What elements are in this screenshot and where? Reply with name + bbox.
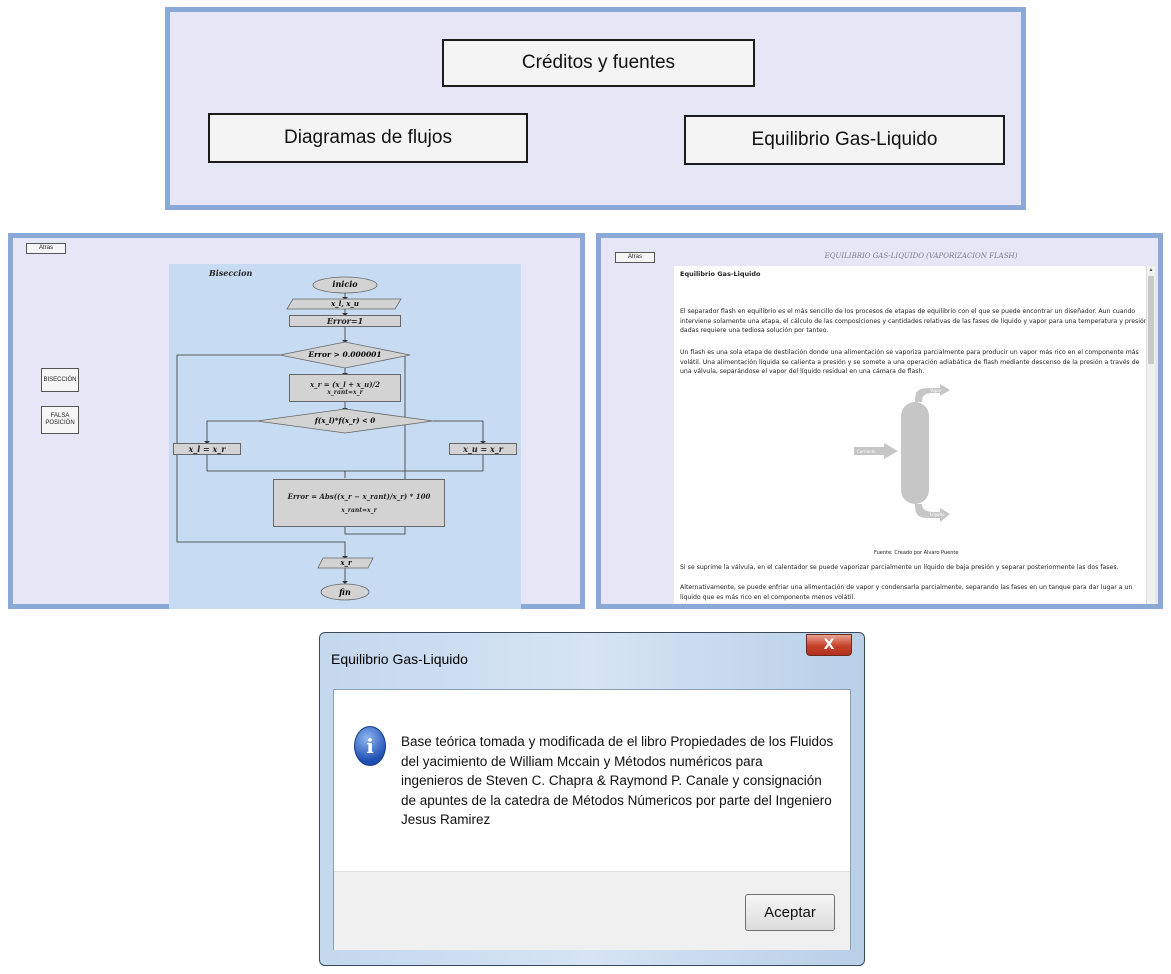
- doc-paragraph-2: Un flash es una sola etapa de destilació…: [680, 349, 1140, 375]
- scroll-up-icon[interactable]: ▲: [1147, 266, 1155, 274]
- accept-button[interactable]: Aceptar: [745, 894, 835, 931]
- feed-label: Corriente: [857, 449, 876, 454]
- back-button[interactable]: Atras: [615, 252, 655, 263]
- main-menu-panel: Créditos y fuentes Diagramas de flujos E…: [165, 7, 1026, 210]
- separator-vessel: [901, 402, 929, 504]
- flow-diagrams-button[interactable]: Diagramas de flujos: [208, 113, 528, 163]
- dialog-message-line: Jesus Ramirez: [401, 812, 491, 827]
- flash-separator-diagram: Corriente Vapor Líquido: [854, 384, 950, 522]
- flowchart-canvas: Biseccion inicio x_l, x_u Error=1 Error …: [169, 264, 521, 609]
- vapor-outlet: [915, 384, 950, 402]
- document-viewer[interactable]: Equilibrio Gas-Liquido El separador flas…: [674, 266, 1155, 604]
- back-button[interactable]: Atras: [26, 243, 66, 254]
- dialog-footer: Aceptar: [334, 871, 850, 950]
- error-calc-node: Error = Abs((x_r − x_rant)/x_r) * 100 x_…: [273, 479, 445, 527]
- error-formula: Error = Abs((x_r − x_rant)/x_r) * 100: [287, 492, 431, 501]
- false-position-button[interactable]: FALSA POSICIÓN: [41, 406, 79, 434]
- output-node: x_r: [340, 558, 352, 567]
- doc-paragraph-3: Si se suprime la válvula, en el calentad…: [680, 564, 1119, 571]
- scrollbar[interactable]: ▲: [1146, 266, 1155, 604]
- dialog-message-line: Base teórica tomada y modificada de el l…: [401, 734, 834, 749]
- credits-button[interactable]: Créditos y fuentes: [442, 39, 755, 87]
- flowchart-screen: Atras BISECCIÓN FALSA POSICIÓN Biseccion: [8, 233, 585, 609]
- dialog-body: i Base teórica tomada y modificada de el…: [333, 689, 851, 950]
- input-node: x_l, x_u: [331, 299, 359, 308]
- dialog-message-line: de apuntes de la catedra de Métodos Núme…: [401, 792, 832, 808]
- diagram-caption: Fuente: Creado por Alvaro Puente: [874, 550, 959, 556]
- gas-liquid-equilibrium-button[interactable]: Equilibrio Gas-Liquido: [684, 115, 1005, 165]
- screen-header: EQUILIBRIO GAS-LIQUIDO (VAPORIZACION FLA…: [824, 252, 1018, 260]
- doc-paragraph-1: El separador flash en equilibrio es el m…: [680, 308, 1148, 334]
- dialog-close-button[interactable]: X: [806, 634, 852, 656]
- close-icon: X: [823, 637, 835, 653]
- loop-condition-label: Error > 0.000001: [308, 350, 382, 359]
- dialog-message: Base teórica tomada y modificada de el l…: [401, 732, 841, 830]
- start-node: inicio: [332, 279, 358, 289]
- midpoint-formula: x_r = (x_l + x_u)/2: [310, 380, 380, 389]
- bisection-button[interactable]: BISECCIÓN: [41, 368, 79, 392]
- midpoint-sub: x_rant=x_r: [327, 389, 363, 396]
- init-node: Error=1: [289, 315, 401, 327]
- doc-paragraph-4: Alternativamente, se puede enfriar una a…: [680, 584, 1133, 601]
- assign-left-node: x_l = x_r: [173, 443, 241, 455]
- liquid-label: Líquido: [930, 512, 945, 517]
- test-condition-label: f(x_l)*f(x_r) < 0: [314, 416, 376, 425]
- assign-right-node: x_u = x_r: [449, 443, 517, 455]
- midpoint-node: x_r = (x_l + x_u)/2 x_rant=x_r: [289, 374, 401, 402]
- dialog-title: Equilibrio Gas-Liquido: [331, 651, 468, 667]
- end-node: fin: [339, 587, 351, 597]
- vapor-label: Vapor: [930, 388, 942, 393]
- doc-title: Equilibrio Gas-Liquido: [680, 270, 761, 278]
- dialog-message-line: ingenieros de Steven C. Chapra & Raymond…: [401, 773, 822, 788]
- scrollbar-thumb[interactable]: [1148, 276, 1154, 364]
- dialog-message-line: del yacimiento de William Mccain y Métod…: [401, 753, 763, 769]
- error-sub: x_rant=x_r: [341, 507, 377, 514]
- info-icon: i: [354, 726, 386, 766]
- message-dialog: Equilibrio Gas-Liquido X i Base teórica …: [319, 632, 865, 966]
- equilibrium-screen: Atras EQUILIBRIO GAS-LIQUIDO (VAPORIZACI…: [596, 233, 1163, 609]
